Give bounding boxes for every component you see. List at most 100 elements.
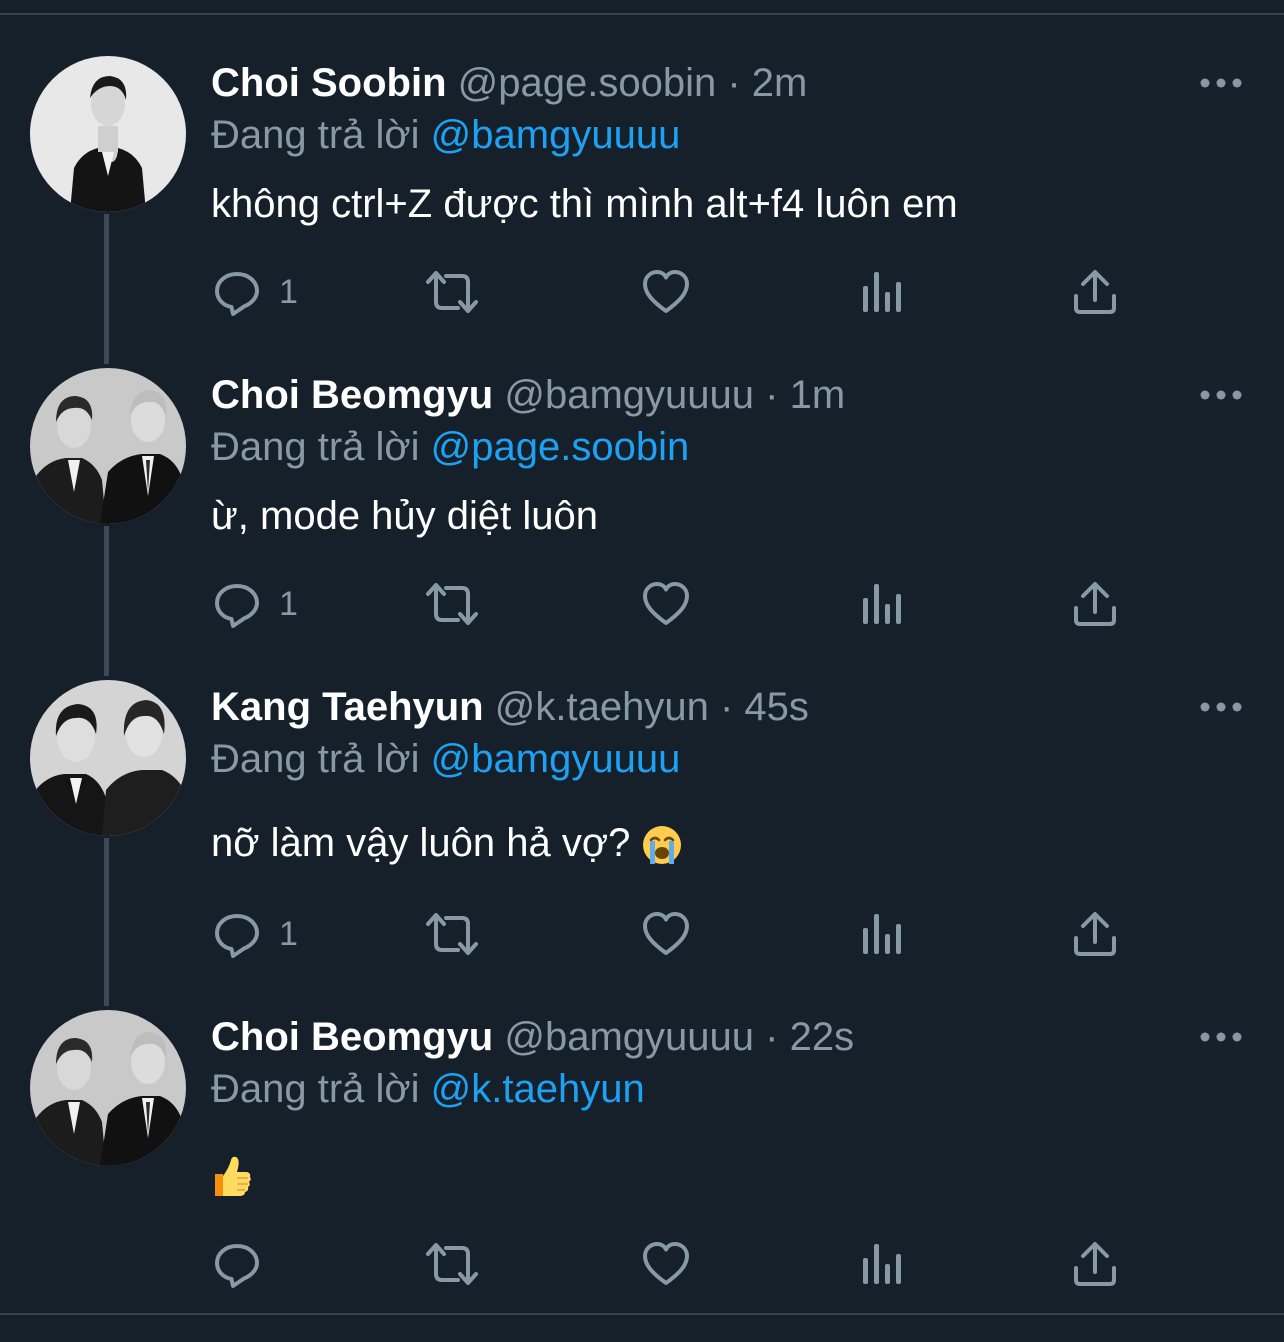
heart-icon: [643, 912, 689, 955]
two-person-avatar-icon: [30, 368, 186, 524]
like-button[interactable]: [642, 1239, 690, 1289]
display-name[interactable]: Choi Beomgyu: [211, 1015, 493, 1059]
analytics-button[interactable]: [858, 1239, 906, 1289]
tweet-text: ừ, mode hủy diệt luôn: [211, 494, 599, 538]
avatar[interactable]: [30, 680, 186, 836]
heart-icon: [643, 582, 689, 625]
avatar[interactable]: [30, 1010, 186, 1166]
replying-to: Đang trả lời @k.taehyun: [211, 1065, 645, 1113]
user-handle[interactable]: @bamgyuuuu: [504, 373, 754, 417]
avatar[interactable]: [30, 56, 186, 212]
retweet-icon: [426, 1243, 478, 1285]
timestamp[interactable]: 22s: [790, 1015, 855, 1059]
single-person-avatar-icon: [30, 56, 186, 212]
tweet-header: Choi Beomgyu @bamgyuuuu · 22s: [211, 1013, 854, 1061]
analytics-button[interactable]: [858, 909, 906, 959]
mention-link[interactable]: @k.taehyun: [431, 1067, 645, 1111]
thread-page: Choi Soobin @page.soobin · 2m Đang trả l…: [0, 0, 1284, 1342]
top-divider: [0, 13, 1284, 15]
like-button[interactable]: [642, 579, 690, 629]
replying-to: Đang trả lời @bamgyuuuu: [211, 111, 680, 159]
share-button[interactable]: [1071, 909, 1119, 959]
tweet-text-content: nỡ làm vậy luôn hả vợ?: [211, 821, 631, 865]
replying-label: Đang trả lời: [211, 1067, 420, 1111]
replying-label: Đang trả lời: [211, 113, 420, 157]
separator-dot: ·: [719, 685, 734, 729]
reply-button[interactable]: 1: [213, 909, 298, 959]
user-handle[interactable]: @bamgyuuuu: [504, 1015, 754, 1059]
retweet-icon: [426, 913, 478, 955]
thread-line: [104, 526, 109, 676]
share-icon: [1074, 270, 1116, 314]
heart-icon: [643, 270, 689, 313]
share-icon: [1074, 912, 1116, 956]
retweet-button[interactable]: [424, 909, 480, 959]
display-name[interactable]: Choi Soobin: [211, 61, 447, 105]
two-person-avatar-icon: [30, 1010, 186, 1166]
reply-icon: [215, 914, 259, 958]
mention-link[interactable]: @bamgyuuuu: [431, 737, 681, 781]
reply-icon: [215, 1244, 259, 1288]
like-button[interactable]: [642, 909, 690, 959]
analytics-button[interactable]: [858, 579, 906, 629]
reply-count: 1: [279, 584, 298, 623]
timestamp[interactable]: 2m: [752, 61, 808, 105]
timestamp[interactable]: 1m: [790, 373, 846, 417]
tweet-header: Choi Soobin @page.soobin · 2m: [211, 59, 807, 107]
separator-dot: ·: [765, 1015, 779, 1059]
share-icon: [1074, 582, 1116, 626]
two-person-avatar-icon: [30, 680, 186, 836]
tweet-header: Choi Beomgyu @bamgyuuuu · 1m: [211, 371, 845, 419]
display-name[interactable]: Choi Beomgyu: [211, 373, 493, 417]
reply-icon: [215, 584, 259, 628]
heart-icon: [643, 1242, 689, 1285]
retweet-button[interactable]: [424, 579, 480, 629]
user-handle[interactable]: @k.taehyun: [495, 685, 709, 729]
tweet-text: [211, 1150, 253, 1198]
share-icon: [1074, 1242, 1116, 1286]
reply-button[interactable]: 1: [213, 579, 298, 629]
thumbs-up-emoji-icon: [215, 1157, 251, 1197]
user-handle[interactable]: @page.soobin: [458, 61, 717, 105]
reply-button[interactable]: 1: [213, 267, 298, 317]
replying-to: Đang trả lời @bamgyuuuu: [211, 735, 680, 783]
analytics-icon: [863, 584, 901, 624]
retweet-button[interactable]: [424, 1239, 480, 1289]
retweet-button[interactable]: [424, 267, 480, 317]
timestamp[interactable]: 45s: [744, 685, 809, 729]
tweet-text: không ctrl+Z được thì mình alt+f4 luôn e…: [211, 182, 958, 226]
reply-count: 1: [279, 914, 298, 953]
retweet-icon: [426, 271, 478, 313]
avatar[interactable]: [30, 368, 186, 524]
loudly-crying-face-emoji-icon: [643, 826, 682, 865]
more-options-icon[interactable]: [1200, 387, 1242, 403]
share-button[interactable]: [1071, 579, 1119, 629]
share-button[interactable]: [1071, 267, 1119, 317]
replying-label: Đang trả lời: [211, 737, 420, 781]
more-options-icon[interactable]: [1200, 75, 1242, 91]
replying-label: Đang trả lời: [211, 425, 420, 469]
mention-link[interactable]: @page.soobin: [431, 425, 690, 469]
more-options-icon[interactable]: [1200, 699, 1242, 715]
thread-line: [104, 838, 109, 1006]
bottom-divider: [0, 1313, 1284, 1315]
reply-icon: [215, 272, 259, 316]
display-name[interactable]: Kang Taehyun: [211, 685, 484, 729]
thread-line: [104, 214, 109, 364]
reply-button[interactable]: [213, 1239, 261, 1289]
share-button[interactable]: [1071, 1239, 1119, 1289]
analytics-button[interactable]: [858, 267, 906, 317]
like-button[interactable]: [642, 267, 690, 317]
retweet-icon: [426, 583, 478, 625]
analytics-icon: [863, 914, 901, 954]
separator-dot: ·: [727, 61, 741, 105]
analytics-icon: [863, 272, 901, 312]
reply-count: 1: [279, 272, 298, 311]
separator-dot: ·: [765, 373, 779, 417]
analytics-icon: [863, 1244, 901, 1284]
more-options-icon[interactable]: [1200, 1029, 1242, 1045]
replying-to: Đang trả lời @page.soobin: [211, 423, 689, 471]
mention-link[interactable]: @bamgyuuuu: [431, 113, 681, 157]
tweet-text: nỡ làm vậy luôn hả vợ?: [211, 819, 683, 867]
tweet-header: Kang Taehyun @k.taehyun · 45s: [211, 683, 809, 731]
